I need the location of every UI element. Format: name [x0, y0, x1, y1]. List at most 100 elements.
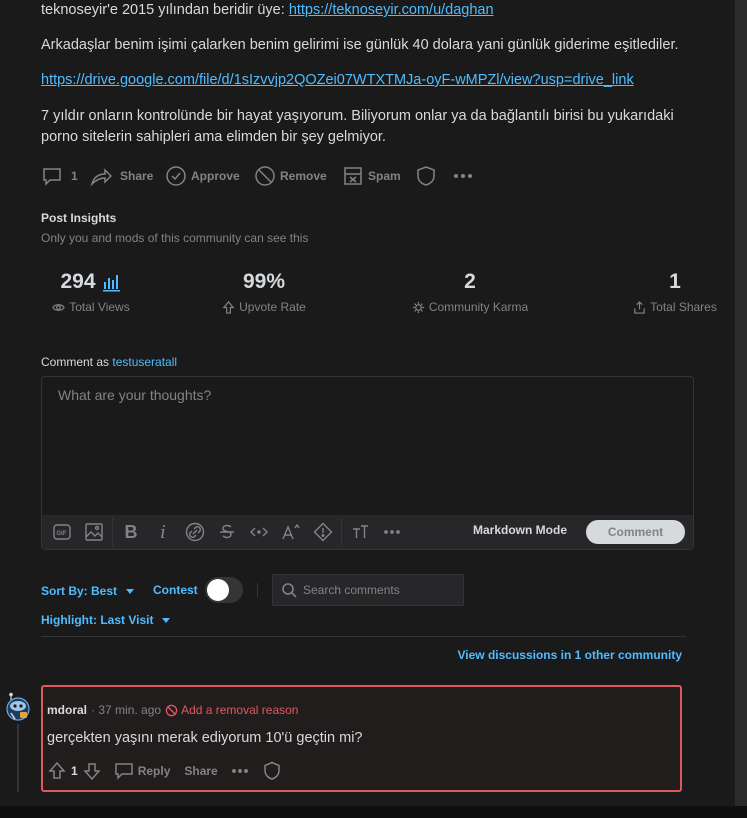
add-removal-reason-button[interactable]: Add a removal reason [165, 703, 298, 717]
insights-title: Post Insights [41, 211, 117, 225]
contest-toggle[interactable] [205, 577, 243, 603]
stat-total-shares: 1 Total Shares [630, 270, 720, 314]
comment-share-button[interactable]: Share [184, 764, 217, 778]
post-line-2: Arkadaşlar benim işimi çalarken benim ge… [41, 37, 679, 53]
caret-down-icon [126, 589, 135, 594]
highlight-dropdown[interactable]: Highlight: Last Visit [41, 613, 173, 627]
block-icon [165, 704, 178, 716]
strikethrough-icon[interactable] [211, 515, 243, 549]
comment-author[interactable]: mdoral [47, 703, 87, 717]
post-line-1-text: teknoseyir'e 2015 yılından beridir üye: [41, 2, 289, 18]
thread-line[interactable] [17, 724, 19, 792]
comment-as-label: Comment as testuseratall [41, 355, 177, 369]
svg-text:GIF: GIF [57, 531, 67, 537]
ellipsis-icon[interactable] [230, 761, 250, 781]
post-line-1: teknoseyir'e 2015 yılından beridir üye: … [41, 0, 494, 21]
stat-value: 294 [60, 270, 96, 293]
spam-label: Spam [368, 169, 401, 183]
spam-button[interactable]: Spam [342, 165, 401, 187]
check-circle-icon [166, 166, 186, 186]
stat-upvote-rate: 99% Upvote Rate [214, 270, 314, 314]
spam-icon [344, 167, 362, 185]
gif-icon[interactable]: GIF [46, 515, 78, 549]
shield-icon [417, 166, 435, 186]
toggle-knob [207, 579, 229, 601]
eye-icon [52, 303, 65, 311]
post-line-4b: porno sitelerin sahipleri ama elimden bi… [41, 129, 386, 145]
post-line-3: https://drive.google.com/file/d/1sIzvvjp… [41, 70, 634, 91]
comment-actions: 1 Reply Share [47, 761, 282, 781]
upvote-icon[interactable] [47, 761, 67, 781]
comment-submit-button[interactable]: Comment [586, 520, 685, 544]
comments-count: 1 [71, 169, 78, 183]
karma-icon [412, 301, 424, 313]
comment-meta: mdoral · 37 min. ago Add a removal reaso… [47, 703, 298, 717]
upvote-icon [222, 300, 235, 314]
post-page: teknoseyir'e 2015 yılından beridir üye: … [0, 0, 735, 806]
bold-icon[interactable]: B [115, 515, 147, 549]
post-line-4a: 7 yıldır onların kontrolünde bir hayat y… [41, 108, 674, 124]
stat-label: Upvote Rate [239, 300, 306, 314]
mod-shield-button[interactable] [415, 165, 437, 187]
sort-label: Sort By: Best [41, 584, 118, 598]
inline-code-icon[interactable] [243, 515, 275, 549]
comment-editor: GIF B i [41, 376, 694, 550]
sort-dropdown[interactable]: Sort By: Best [41, 584, 137, 598]
image-icon[interactable] [78, 515, 110, 549]
markdown-mode-toggle[interactable]: Markdown Mode [473, 523, 567, 537]
approve-button[interactable]: Approve [165, 165, 240, 187]
reply-label: Reply [137, 764, 171, 778]
comment-text: gerçekten yaşını merak ediyorum 10'ü geç… [47, 730, 363, 746]
more-formatting-icon[interactable] [376, 515, 408, 549]
comment-icon [43, 168, 61, 186]
share-button[interactable]: Share [90, 165, 153, 187]
stat-label: Community Karma [428, 300, 529, 314]
remove-button[interactable]: Remove [254, 165, 327, 187]
comment-card: mdoral · 37 min. ago Add a removal reaso… [41, 685, 682, 792]
share-label: Share [120, 169, 154, 183]
search-comments-input[interactable] [303, 575, 461, 605]
vote-count: 1 [71, 764, 78, 778]
link-icon[interactable] [179, 515, 211, 549]
ellipsis-icon [453, 173, 473, 179]
comment-search [272, 574, 464, 606]
stat-total-views: 294 Total Views [41, 270, 141, 314]
highlight-label: Highlight: Last Visit [41, 613, 154, 627]
scrollbar[interactable] [735, 0, 747, 818]
toolbar-divider [341, 518, 342, 546]
comment-as-prefix: Comment as [41, 355, 113, 369]
share-arrow-icon [90, 168, 112, 187]
stat-label: Total Shares [650, 300, 717, 314]
more-options-button[interactable] [452, 165, 474, 187]
approve-label: Approve [191, 169, 240, 183]
stat-value: 99% [242, 270, 286, 293]
drive-link[interactable]: https://drive.google.com/file/d/1sIzvvjp… [41, 72, 634, 88]
toolbar-divider [112, 518, 113, 546]
comments-button[interactable]: 1 [41, 165, 78, 187]
divider [41, 636, 686, 637]
comment-time: · 37 min. ago [91, 703, 162, 717]
bar-chart-icon[interactable] [102, 272, 122, 292]
username-link[interactable]: testuseratall [112, 355, 177, 369]
comment-icon [114, 763, 133, 780]
insights-subtitle: Only you and mods of this community can … [41, 231, 309, 245]
downvote-icon[interactable] [82, 761, 102, 781]
avatar[interactable] [4, 692, 32, 722]
bottom-edge [0, 806, 747, 818]
divider [257, 583, 258, 597]
stat-value: 1 [669, 270, 681, 293]
profile-link[interactable]: https://teknoseyir.com/u/daghan [289, 2, 494, 18]
reply-button[interactable]: Reply [114, 761, 171, 781]
shield-icon[interactable] [262, 761, 282, 781]
italic-icon[interactable]: i [147, 515, 179, 549]
comment-textarea[interactable] [42, 377, 693, 515]
editor-toolbar: GIF B i Markdown Mode Comment [42, 515, 693, 549]
block-icon [255, 166, 275, 186]
heading-icon[interactable] [344, 515, 376, 549]
superscript-icon[interactable] [275, 515, 307, 549]
stat-community-karma: 2 Community Karma [405, 270, 535, 314]
share-icon [634, 300, 645, 314]
spoiler-icon[interactable] [307, 515, 339, 549]
contest-label: Contest [153, 583, 198, 597]
view-discussions-link[interactable]: View discussions in 1 other community [457, 648, 682, 662]
